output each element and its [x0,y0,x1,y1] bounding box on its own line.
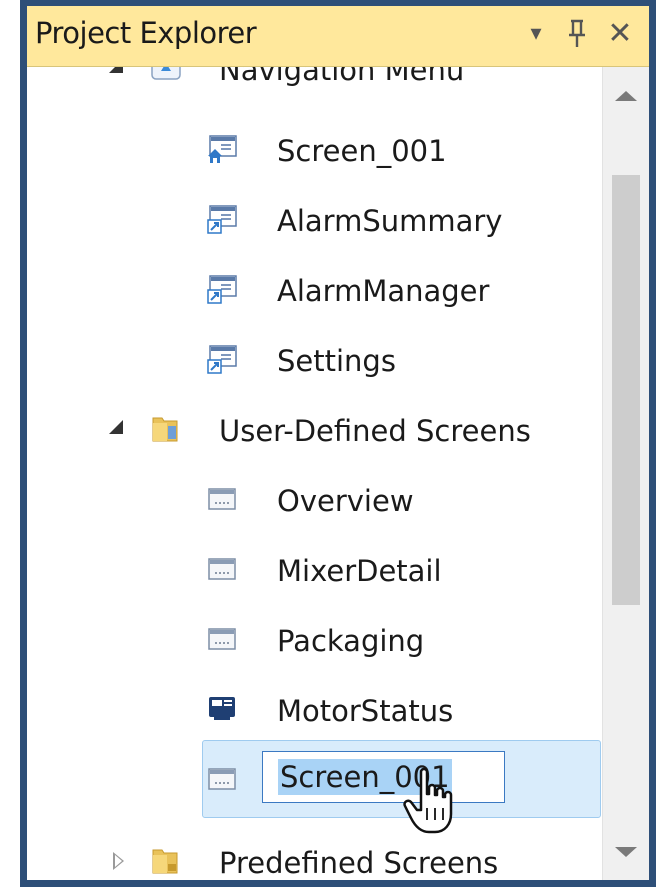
tree-node-settings[interactable]: Settings [27,330,602,394]
scroll-up-arrow-icon[interactable] [615,91,637,101]
navigation-menu-icon [151,67,181,80]
tree-node-label: Screen_001 [277,134,447,168]
pin-icon [569,19,585,47]
screen-link-icon [207,205,237,234]
tree-node-label: Predefined Screens [219,846,499,880]
scroll-down-arrow-icon[interactable] [615,847,637,857]
tree-node-predefined-screens[interactable]: Predefined Screens [27,832,602,880]
folder-icon [152,849,178,874]
tree-node-overview[interactable]: Overview [27,470,602,534]
chevron-down-icon: ▾ [530,21,542,46]
vertical-scrollbar[interactable] [602,67,649,880]
tree-node-screen-001-home[interactable]: Screen_001 [27,120,602,184]
tree-node-alarmmanager[interactable]: AlarmManager [27,260,602,324]
screen-icon [208,628,236,650]
screen-icon [208,768,236,790]
project-explorer-panel: Project Explorer ▾ ✕ Navigation Menu Scr… [27,6,649,880]
tree-node-label: MixerDetail [277,554,442,588]
screen-icon [208,488,236,510]
close-icon: ✕ [607,16,633,51]
tree-node-label: Packaging [277,624,425,658]
tree-node-label: Navigation Menu [219,67,465,87]
tree-node-label: MotorStatus [277,694,454,728]
tree-node-label: User-Defined Screens [219,414,531,448]
screen-icon [208,558,236,580]
hand-cursor-icon [403,768,453,834]
tree-node-alarmsummary[interactable]: AlarmSummary [27,190,602,254]
pin-button[interactable] [558,14,596,54]
tree-node-label: AlarmSummary [277,204,503,238]
close-panel-button[interactable]: ✕ [600,14,640,54]
dropdown-menu-button[interactable]: ▾ [516,14,556,54]
expand-arrow-icon[interactable] [109,420,123,434]
screen-link-icon [207,345,237,374]
folder-icon [152,417,178,442]
tree-node-label: Settings [277,344,396,378]
screen-link-icon [207,275,237,304]
collapse-arrow-icon[interactable] [113,852,124,870]
expand-arrow-icon[interactable] [109,67,123,73]
faceplate-screen-icon [209,697,235,720]
panel-titlebar: Project Explorer ▾ ✕ [27,6,649,67]
tree-node-user-defined-screens[interactable]: User-Defined Screens [27,400,602,464]
tree-node-label: AlarmManager [277,274,490,308]
tree-node-motorstatus[interactable]: MotorStatus [27,680,602,744]
scrollbar-thumb[interactable] [612,175,640,605]
tree-node-packaging[interactable]: Packaging [27,610,602,674]
tree-node-navigation-menu[interactable]: Navigation Menu [27,67,602,103]
home-screen-icon [208,135,237,163]
rename-input[interactable]: Screen_001 [262,751,505,803]
tree-node-mixerdetail[interactable]: MixerDetail [27,540,602,604]
panel-title: Project Explorer [35,16,257,50]
tree-node-label: Overview [277,484,414,518]
